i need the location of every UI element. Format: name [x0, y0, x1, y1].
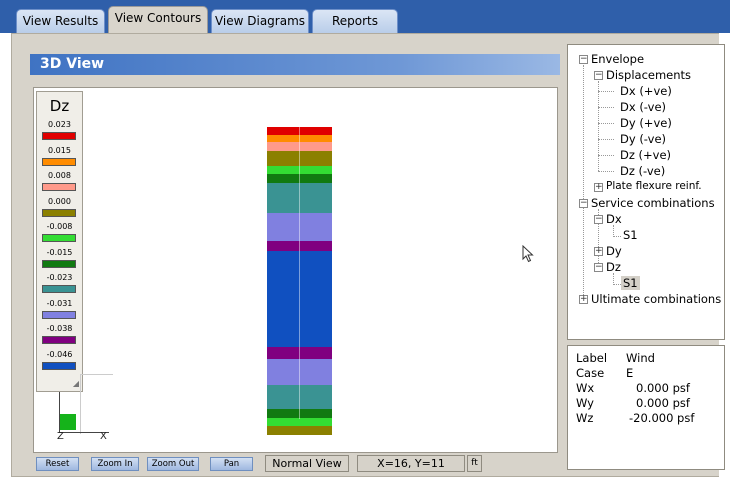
tree-node-dx[interactable]: Dx	[606, 212, 622, 226]
axis-cube-icon	[60, 414, 76, 430]
legend-swatch	[42, 234, 76, 242]
tree-node-dy[interactable]: Dy	[606, 244, 622, 258]
legend-swatch	[42, 310, 76, 319]
prop-label-label: Label	[576, 351, 608, 365]
legend-value: 0.023	[48, 120, 71, 129]
load-properties-panel: Label Wind Case E Wx 0.000 psf Wy 0.000 …	[567, 345, 725, 470]
prop-case-value: E	[626, 366, 634, 380]
legend-swatch	[42, 285, 76, 293]
tab-reports[interactable]: Reports	[312, 9, 398, 33]
tree-connector	[583, 65, 584, 297]
prop-wz-value: -20.000 psf	[629, 411, 695, 425]
tree-node-dx-pos[interactable]: Dx (+ve)	[620, 84, 672, 98]
legend-swatch	[42, 361, 76, 370]
legend-value: -0.023	[46, 273, 73, 282]
tree-connector	[598, 171, 614, 172]
tree-node-plate-flexure[interactable]: Plate flexure reinf.	[606, 180, 702, 192]
collapse-icon[interactable]: −	[594, 263, 603, 272]
expand-icon[interactable]: +	[579, 295, 588, 304]
axis-gizmo-frame	[80, 374, 113, 434]
tab-view-diagrams[interactable]: View Diagrams	[211, 9, 309, 33]
legend-value: -0.031	[46, 298, 73, 308]
mouse-cursor-icon	[522, 245, 534, 263]
legend-value: 0.008	[48, 171, 71, 180]
tab-bar: View Results View Contours View Diagrams…	[0, 0, 730, 33]
coordinates-status: X=16, Y=11	[357, 455, 465, 472]
tree-connector	[598, 91, 614, 92]
legend-value: -0.046	[46, 349, 73, 359]
collapse-icon[interactable]: −	[594, 71, 603, 80]
legend-value: 0.000	[48, 196, 71, 206]
tree-node-dz[interactable]: Dz	[606, 260, 621, 274]
legend-value: -0.015	[46, 247, 73, 257]
tree-node-dx-s1[interactable]: S1	[623, 228, 638, 242]
prop-wy-value: 0.000 psf	[636, 396, 690, 410]
contour-legend: Dz ◢ 0.023 0.015 0.008 0.000 -0.008 -0.015 -0.…	[36, 91, 83, 392]
expand-icon[interactable]: +	[594, 183, 603, 192]
tree-node-dz-neg[interactable]: Dz (-ve)	[620, 164, 665, 178]
tree-connector	[598, 107, 614, 108]
pan-button[interactable]: Pan	[210, 457, 253, 471]
prop-wz-label: Wz	[576, 411, 594, 425]
tree-node-dz-s1[interactable]: S1	[621, 276, 640, 290]
prop-wx-value: 0.000 psf	[636, 381, 690, 395]
tree-node-service-combinations[interactable]: Service combinations	[591, 196, 715, 210]
legend-swatch	[42, 132, 76, 140]
collapse-icon[interactable]: −	[594, 215, 603, 224]
tree-connector	[598, 155, 614, 156]
tree-connector	[613, 236, 621, 237]
view-title: 3D View	[30, 54, 560, 75]
tree-connector	[613, 284, 621, 285]
legend-swatch	[42, 336, 76, 344]
tree-node-ultimate-combinations[interactable]: Ultimate combinations	[591, 292, 721, 306]
collapse-icon[interactable]: −	[579, 55, 588, 64]
tab-view-contours[interactable]: View Contours	[108, 6, 208, 33]
legend-value: -0.038	[46, 324, 73, 333]
legend-swatch	[42, 157, 76, 166]
legend-swatch	[42, 183, 76, 191]
tree-connector	[598, 139, 614, 140]
contour-band	[267, 426, 332, 435]
prop-wy-label: Wy	[576, 396, 594, 410]
contour-band	[267, 418, 332, 426]
legend-swatch	[42, 208, 76, 217]
view-mode-status: Normal View	[265, 455, 349, 472]
tree-node-dx-neg[interactable]: Dx (-ve)	[620, 100, 666, 114]
results-tree: − Envelope − Displacements Dx (+ve) Dx (…	[567, 44, 725, 340]
zoom-in-button[interactable]: Zoom In	[91, 457, 139, 471]
unit-status: ft	[467, 455, 482, 472]
tree-node-dy-pos[interactable]: Dy (+ve)	[620, 116, 672, 130]
tree-connector	[598, 123, 614, 124]
legend-swatch	[42, 259, 76, 268]
reset-button[interactable]: Reset	[36, 457, 79, 471]
legend-value: -0.008	[46, 222, 73, 231]
tree-node-dy-neg[interactable]: Dy (-ve)	[620, 132, 666, 146]
tree-node-envelope[interactable]: Envelope	[591, 52, 644, 66]
prop-wx-label: Wx	[576, 381, 595, 395]
legend-title: Dz	[49, 97, 70, 115]
prop-case-label: Case	[576, 366, 605, 380]
resize-grip-icon[interactable]: ◢	[73, 379, 79, 388]
prop-label-value: Wind	[626, 351, 655, 365]
tree-node-dz-pos[interactable]: Dz (+ve)	[620, 148, 671, 162]
collapse-icon[interactable]: −	[579, 199, 588, 208]
axis-x-label: X	[100, 431, 107, 442]
column-mesh-line	[299, 127, 300, 419]
tree-node-displacements[interactable]: Displacements	[606, 68, 691, 82]
expand-icon[interactable]: +	[594, 247, 603, 256]
legend-value: 0.015	[48, 145, 71, 155]
tree-connector	[598, 81, 599, 171]
zoom-out-button[interactable]: Zoom Out	[147, 457, 199, 471]
axis-z-label: Z	[57, 431, 64, 442]
tab-view-results[interactable]: View Results	[16, 9, 105, 33]
